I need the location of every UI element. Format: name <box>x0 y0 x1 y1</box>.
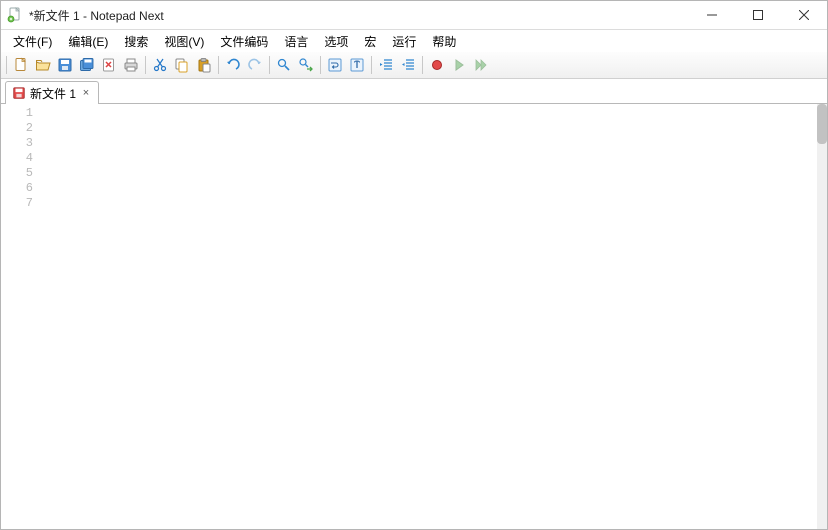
toolbar-separator <box>371 56 372 74</box>
indent-button[interactable] <box>376 55 396 75</box>
undo-button[interactable] <box>223 55 243 75</box>
title-bar: *新文件 1 - Notepad Next <box>1 1 827 30</box>
macro-record-button[interactable] <box>427 55 447 75</box>
line-number: 6 <box>1 181 33 196</box>
toolbar-separator <box>320 56 321 74</box>
window-title: *新文件 1 - Notepad Next <box>29 7 164 24</box>
copy-button[interactable] <box>172 55 192 75</box>
close-button[interactable] <box>781 1 827 29</box>
redo-button[interactable] <box>245 55 265 75</box>
menu-options[interactable]: 选项 <box>316 31 356 52</box>
macro-play-multi-button[interactable] <box>471 55 491 75</box>
menu-encoding[interactable]: 文件编码 <box>212 31 276 52</box>
tab-active[interactable]: 新文件 1 × <box>5 81 99 104</box>
close-file-button[interactable] <box>99 55 119 75</box>
menu-search[interactable]: 搜索 <box>116 31 156 52</box>
minimize-button[interactable] <box>689 1 735 29</box>
line-number-gutter: 1 2 3 4 5 6 7 <box>1 104 41 529</box>
window-controls <box>689 1 827 29</box>
menu-bar: 文件(F) 编辑(E) 搜索 视图(V) 文件编码 语言 选项 宏 运行 帮助 <box>1 30 827 52</box>
new-file-button[interactable] <box>11 55 31 75</box>
text-area[interactable] <box>41 104 817 529</box>
line-number: 1 <box>1 106 33 121</box>
toolbar-separator <box>218 56 219 74</box>
menu-view[interactable]: 视图(V) <box>156 31 212 52</box>
menu-run[interactable]: 运行 <box>384 31 424 52</box>
line-number: 7 <box>1 196 33 211</box>
open-file-button[interactable] <box>33 55 53 75</box>
menu-language[interactable]: 语言 <box>276 31 316 52</box>
whitespace-button[interactable] <box>347 55 367 75</box>
line-number: 2 <box>1 121 33 136</box>
line-number: 3 <box>1 136 33 151</box>
save-icon <box>12 86 26 100</box>
line-number: 4 <box>1 151 33 166</box>
print-button[interactable] <box>121 55 141 75</box>
menu-file[interactable]: 文件(F) <box>5 31 60 52</box>
toolbar-separator <box>6 56 7 74</box>
toolbar-separator <box>422 56 423 74</box>
tab-close-button[interactable]: × <box>80 87 92 99</box>
cut-button[interactable] <box>150 55 170 75</box>
line-number: 5 <box>1 166 33 181</box>
outdent-button[interactable] <box>398 55 418 75</box>
tab-bar: 新文件 1 × <box>1 79 827 104</box>
menu-edit[interactable]: 编辑(E) <box>60 31 116 52</box>
toolbar-separator <box>269 56 270 74</box>
scrollbar-thumb[interactable] <box>817 104 827 144</box>
paste-button[interactable] <box>194 55 214 75</box>
replace-button[interactable] <box>296 55 316 75</box>
vertical-scrollbar[interactable] <box>817 104 827 529</box>
editor: 1 2 3 4 5 6 7 <box>1 104 827 529</box>
save-button[interactable] <box>55 55 75 75</box>
menu-macro[interactable]: 宏 <box>356 31 384 52</box>
find-button[interactable] <box>274 55 294 75</box>
word-wrap-button[interactable] <box>325 55 345 75</box>
macro-play-button[interactable] <box>449 55 469 75</box>
app-icon <box>7 7 23 23</box>
toolbar-separator <box>145 56 146 74</box>
toolbar <box>1 52 827 79</box>
menu-help[interactable]: 帮助 <box>424 31 464 52</box>
tab-label: 新文件 1 <box>30 85 76 102</box>
save-all-button[interactable] <box>77 55 97 75</box>
maximize-button[interactable] <box>735 1 781 29</box>
